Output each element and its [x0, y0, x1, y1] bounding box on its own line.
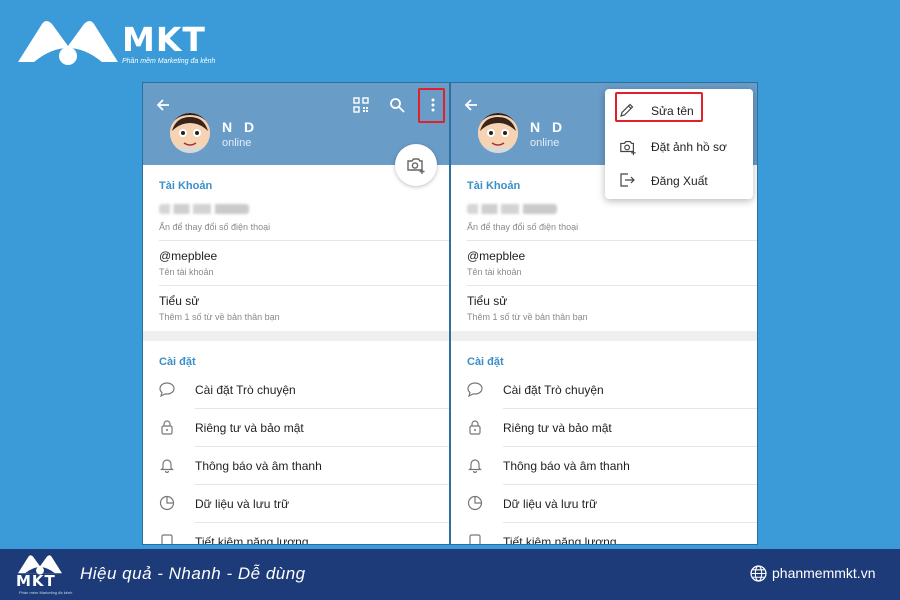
username[interactable]: @mepblee [159, 249, 217, 263]
bio-hint: Thêm 1 số từ về bản thân bạn [159, 312, 280, 322]
bio-title[interactable]: Tiểu sử [159, 294, 199, 308]
section-separator [451, 331, 757, 341]
settings-item-privacy[interactable]: Riêng tư và bảo mật [195, 421, 304, 435]
back-arrow-icon[interactable] [463, 97, 479, 113]
settings-item-power[interactable]: Tiết kiệm năng lượng [195, 535, 309, 544]
username-label: Tên tài khoản [159, 267, 214, 277]
divider [159, 285, 449, 286]
phone-hint: Ấn để thay đổi số điện thoại [467, 222, 579, 232]
settings-item-notifications[interactable]: Thông báo và âm thanh [195, 459, 322, 473]
lock-icon [161, 420, 173, 435]
slogan: Hiệu quả - Nhanh - Dễ dùng [80, 564, 306, 583]
brand-tagline: Phần mềm Marketing đa kênh [122, 58, 216, 65]
settings-item-notifications[interactable]: Thông báo và âm thanh [503, 459, 630, 473]
camera-add-icon [620, 141, 636, 156]
phone-number-blurred[interactable] [159, 204, 249, 214]
avatar[interactable] [170, 113, 210, 153]
phone-number-blurred[interactable] [467, 204, 557, 214]
camera-add-icon [407, 158, 425, 174]
settings-item-chat[interactable]: Cài đặt Trò chuyện [503, 383, 604, 397]
set-photo-button[interactable] [395, 144, 437, 186]
overflow-menu: Sửa tên Đặt ảnh hồ sơ Đăng Xuất [605, 89, 753, 199]
profile-status: online [222, 137, 252, 149]
battery-icon [469, 534, 481, 544]
more-button-highlight [418, 88, 445, 123]
username-label: Tên tài khoản [467, 267, 522, 277]
globe-icon [750, 565, 767, 582]
chat-bubble-icon [159, 382, 175, 397]
back-arrow-icon[interactable] [155, 97, 171, 113]
pie-chart-icon [159, 495, 175, 511]
profile-name: N D [222, 119, 259, 135]
settings-item-power[interactable]: Tiết kiệm năng lượng [503, 535, 617, 544]
bio-title[interactable]: Tiểu sử [467, 294, 507, 308]
settings-item-data[interactable]: Dữ liệu và lưu trữ [195, 497, 289, 511]
search-icon[interactable] [389, 97, 405, 113]
settings-item-privacy[interactable]: Riêng tư và bảo mật [503, 421, 612, 435]
menu-item-logout[interactable]: Đăng Xuất [605, 163, 753, 197]
battery-icon [161, 534, 173, 544]
settings-section-title: Cài đặt [467, 356, 504, 368]
menu-label: Đặt ảnh hồ sơ [651, 140, 727, 154]
divider [503, 408, 757, 409]
account-section-title: Tài Khoản [467, 180, 521, 192]
settings-item-data[interactable]: Dữ liệu và lưu trữ [503, 497, 597, 511]
section-separator [143, 331, 449, 341]
menu-label: Đăng Xuất [651, 174, 708, 188]
divider [159, 240, 449, 241]
divider [195, 522, 449, 523]
edit-name-highlight [615, 92, 703, 122]
footer-banner: MKT Phần mềm Marketing đa kênh Hiệu quả … [0, 549, 900, 600]
bio-hint: Thêm 1 số từ về bản thân bạn [467, 312, 588, 322]
mkt-logo-icon [18, 21, 118, 65]
brand-name: MKT [122, 20, 206, 59]
avatar[interactable] [478, 113, 518, 153]
account-section-title: Tài Khoản [159, 180, 213, 192]
settings-item-chat[interactable]: Cài đặt Trò chuyện [195, 383, 296, 397]
divider [467, 285, 757, 286]
avatar-image-icon [170, 113, 210, 153]
bell-icon [160, 459, 174, 473]
brand-logo: MKT Phần mềm Marketing đa kênh [16, 16, 226, 72]
website-link[interactable]: phanmemmkt.vn [772, 565, 875, 581]
qr-code-icon[interactable] [353, 97, 369, 113]
footer-brand-tagline: Phần mềm Marketing đa kênh [19, 590, 73, 595]
divider [503, 484, 757, 485]
menu-item-set-photo[interactable]: Đặt ảnh hồ sơ [605, 129, 753, 163]
divider [195, 408, 449, 409]
bell-icon [468, 459, 482, 473]
profile-screen-right: N D online Tài Khoản Ấn để thay đổi số đ… [450, 82, 758, 545]
divider [503, 522, 757, 523]
divider [195, 446, 449, 447]
pie-chart-icon [467, 495, 483, 511]
settings-section-title: Cài đặt [159, 356, 196, 368]
profile-name: N D [530, 119, 567, 135]
divider [195, 484, 449, 485]
chat-bubble-icon [467, 382, 483, 397]
lock-icon [469, 420, 481, 435]
logout-icon [620, 173, 635, 187]
profile-screen-left: N D online Tài Khoản Ấn để thay đổi số đ… [142, 82, 450, 545]
divider [467, 240, 757, 241]
avatar-image-icon [478, 113, 518, 153]
profile-status: online [530, 137, 560, 149]
phone-hint: Ấn để thay đổi số điện thoại [159, 222, 271, 232]
footer-brand-name: MKT [16, 572, 56, 590]
username[interactable]: @mepblee [467, 249, 525, 263]
divider [503, 446, 757, 447]
